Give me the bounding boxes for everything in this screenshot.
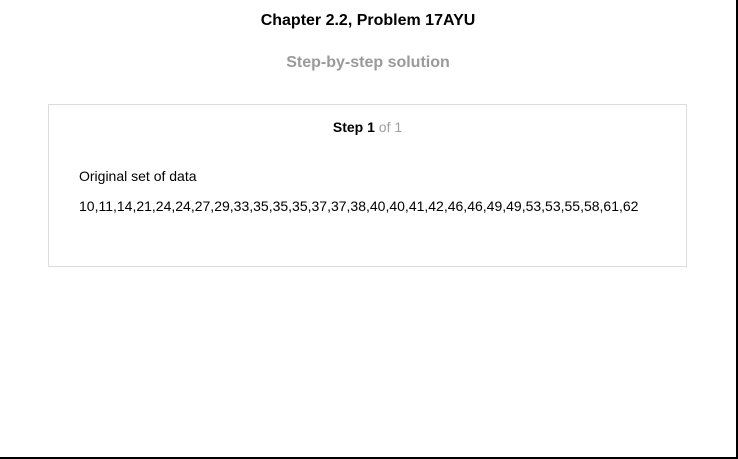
- step-label: Step 1: [333, 119, 375, 135]
- step-card: Step 1 of 1 Original set of data 10,11,1…: [48, 104, 687, 267]
- step-body-label: Original set of data: [79, 168, 197, 184]
- step-body-data: 10,11,14,21,24,24,27,29,33,35,35,35,37,3…: [79, 198, 639, 214]
- step-of-total: of 1: [378, 119, 403, 135]
- page-title: Chapter 2.2, Problem 17AYU: [260, 12, 476, 29]
- step-header: Step 1 of 1: [49, 119, 686, 135]
- step-word: Step: [332, 119, 364, 135]
- step-number: 1: [367, 119, 375, 135]
- page-subtitle: Step-by-step solution: [286, 54, 450, 71]
